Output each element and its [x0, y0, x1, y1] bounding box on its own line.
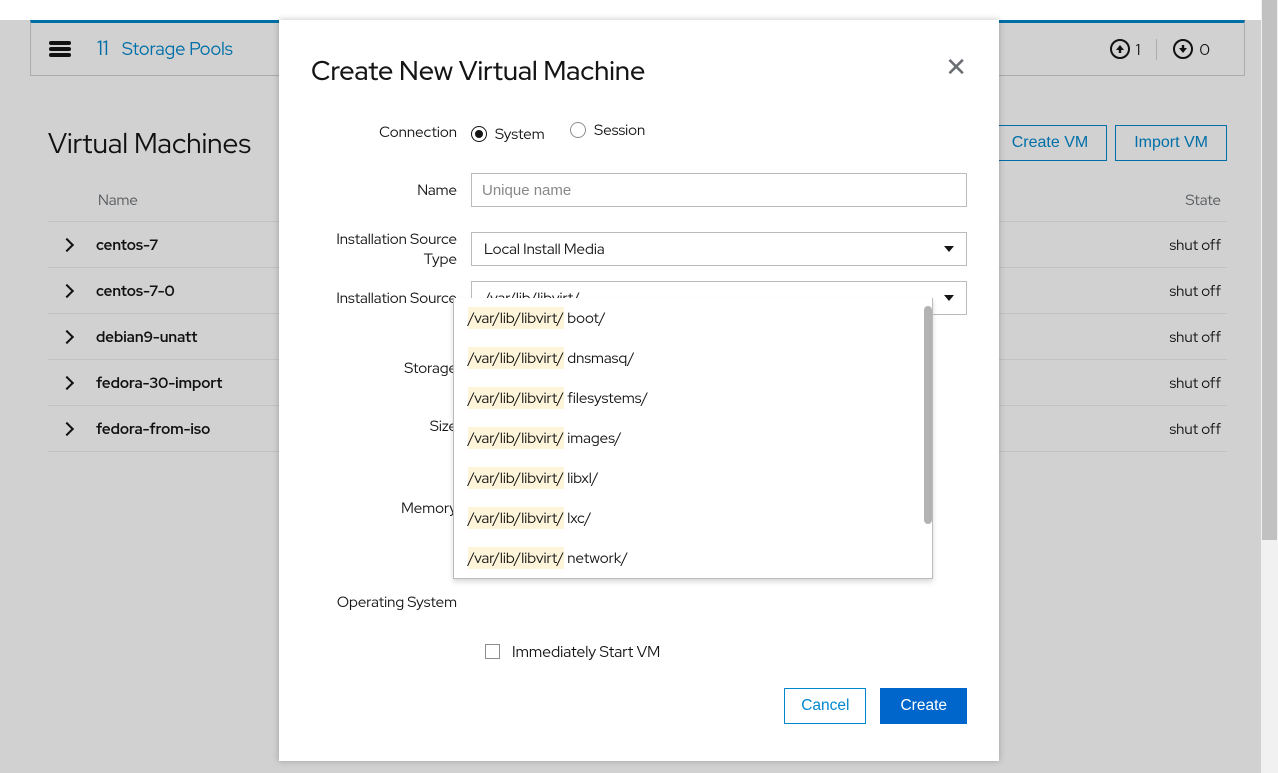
label-install-source: Installation Source	[311, 288, 471, 308]
suggestion-match: /var/lib/libvirt/	[468, 507, 564, 529]
suggestion-match: /var/lib/libvirt/	[468, 427, 564, 449]
suggestion-tail: boot/	[564, 308, 606, 328]
label-name: Name	[311, 180, 471, 200]
label-storage: Storage	[311, 358, 471, 378]
name-input[interactable]	[471, 173, 967, 207]
suggestion-match: /var/lib/libvirt/	[468, 547, 564, 569]
close-icon[interactable]: ✕	[945, 54, 967, 80]
suggestion-item[interactable]: /var/lib/libvirt/ filesystems/	[454, 378, 932, 418]
radio-system[interactable]: System	[471, 124, 545, 144]
suggestion-item[interactable]: /var/lib/libvirt/ boot/	[454, 298, 932, 338]
install-type-value: Local Install Media	[484, 239, 605, 259]
suggestion-match: /var/lib/libvirt/	[468, 387, 564, 409]
chevron-down-icon	[944, 295, 954, 301]
suggestion-match: /var/lib/libvirt/	[468, 467, 564, 489]
page-scrollbar-track[interactable]	[1261, 0, 1278, 773]
dialog-title: Create New Virtual Machine	[311, 54, 645, 89]
start-vm-label: Immediately Start VM	[512, 641, 660, 662]
suggestion-item[interactable]: /var/lib/libvirt/ network/	[454, 538, 932, 578]
radio-session[interactable]: Session	[570, 120, 645, 140]
suggestion-tail: dnsmasq/	[564, 348, 635, 368]
create-button[interactable]: Create	[880, 688, 967, 724]
suggestion-match: /var/lib/libvirt/	[468, 307, 564, 329]
suggestion-tail: lxc/	[564, 508, 591, 528]
label-connection: Connection	[311, 122, 471, 142]
suggestion-tail: images/	[564, 428, 622, 448]
suggestions-scrollbar[interactable]	[924, 306, 932, 524]
suggestion-item[interactable]: /var/lib/libvirt/ images/	[454, 418, 932, 458]
label-memory: Memory	[311, 498, 471, 518]
suggestion-tail: network/	[564, 548, 628, 568]
chevron-down-icon	[944, 246, 954, 252]
install-source-suggestions: /var/lib/libvirt/ boot//var/lib/libvirt/…	[453, 298, 933, 579]
start-vm-checkbox[interactable]	[485, 644, 500, 659]
suggestion-tail: libxl/	[564, 468, 599, 488]
label-install-type: Installation Source Type	[311, 229, 471, 269]
suggestion-tail: filesystems/	[564, 388, 648, 408]
suggestion-match: /var/lib/libvirt/	[468, 347, 564, 369]
suggestion-item[interactable]: /var/lib/libvirt/ libxl/	[454, 458, 932, 498]
create-vm-dialog: Create New Virtual Machine ✕ Connection …	[279, 20, 999, 761]
label-os: Operating System	[311, 592, 471, 612]
page-scrollbar-thumb[interactable]	[1262, 0, 1277, 540]
radio-system-label: System	[495, 124, 545, 144]
radio-session-label: Session	[594, 120, 645, 140]
cancel-button[interactable]: Cancel	[784, 688, 866, 724]
suggestion-item[interactable]: /var/lib/libvirt/ dnsmasq/	[454, 338, 932, 378]
label-size: Size	[311, 416, 471, 436]
suggestion-item[interactable]: /var/lib/libvirt/ lxc/	[454, 498, 932, 538]
install-type-select[interactable]: Local Install Media	[471, 232, 967, 266]
